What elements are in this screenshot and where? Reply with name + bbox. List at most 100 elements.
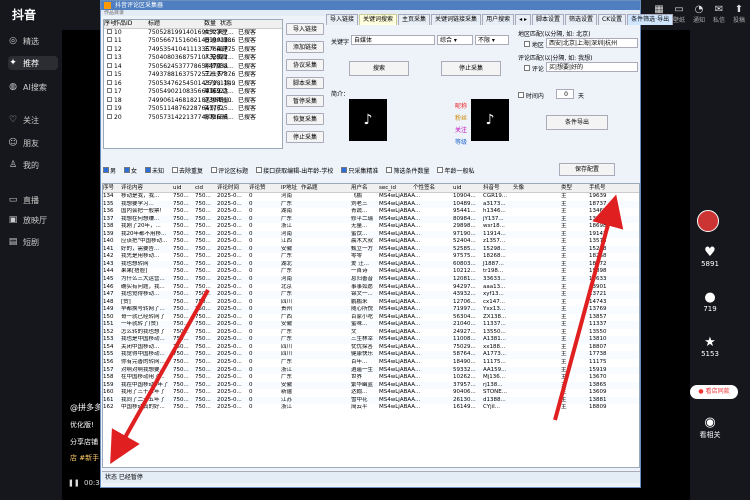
side-button-4[interactable]: 暂停采集	[286, 95, 324, 107]
list-row[interactable]: 19 7505114876228764176 告别了。... 25 已搜客	[104, 105, 282, 114]
comment-input[interactable]: 买|想要|好的	[546, 62, 638, 72]
table-row[interactable]: 143 我也想转网 750... 750... 2025-0... 0 湖北 爱 汪... MS…	[103, 260, 639, 269]
like-button[interactable]: ♥ 5891	[690, 245, 730, 268]
list-row[interactable]: 16 7505347625450143728 25岁，我... 1149 已搜客	[104, 79, 282, 89]
table-row[interactable]: 161 我同了二十五年了 750... 750... 2025-0... 0 江苏 雪中花 MS…	[103, 396, 639, 405]
side-button-3[interactable]: 脚本采集	[286, 77, 324, 89]
filter-checkbox-5[interactable]: 接口获取编辑-出年龄-学校	[256, 166, 333, 175]
time-select[interactable]: 不限 ▾	[475, 35, 509, 45]
table-row[interactable]: 155 我觉得中国移动... 750... 750... 2025-0... 0 四川 健康快…	[103, 351, 639, 360]
row-checkbox[interactable]	[104, 37, 114, 46]
nav-item-3[interactable]: ♡ 关注	[8, 113, 58, 127]
table-row[interactable]: 148 [赞] 750... 750... 2025-0... 0 四川 鹏鹏米 MS4wLjA…	[103, 299, 639, 307]
video-thumbnail[interactable]: ♪	[471, 99, 509, 141]
table-row[interactable]: 140 应该把"中国移动... 750... 750... 2025-0... 0 江西 晨木…	[103, 238, 639, 246]
table-row[interactable]: 157 对啊对啊我想要... 750... 750... 2025-0... 0 浙江 逍遥一…	[103, 366, 639, 375]
row-checkbox[interactable]	[104, 71, 114, 80]
table-row[interactable]: 156 你有完善的转网... 750... 750... 2025-0... 0 广东 百年.…	[103, 359, 639, 367]
table-row[interactable]: 142 我先是用移动... 750... 750... 2025-0... 0 广东 零零 MS…	[103, 253, 639, 261]
filter-checkbox-7[interactable]: 筛选条件数量	[386, 166, 429, 175]
window-title-bar[interactable]: 抖音评论区采集器	[101, 1, 640, 10]
douyin-logo[interactable]: 抖音	[12, 6, 36, 23]
table-row[interactable]: 162 中国移动真的好... 750... 750... 2025-0... 0 浙江 简云平…	[103, 404, 639, 412]
nav-item-8[interactable]: ▤ 短剧	[8, 235, 58, 249]
video-thumbnail[interactable]: ♪	[349, 99, 387, 141]
tab-1[interactable]: 关键词搜索	[359, 14, 398, 25]
region-checkbox[interactable]: 地区	[524, 40, 544, 49]
conditional-export-button[interactable]: 条件导出	[546, 115, 608, 130]
table-row[interactable]: 153 我也是中国移动... 750... 750... 2025-0... 0 广东 三生林…	[103, 336, 639, 344]
table-row[interactable]: 145 为什么三大运营... 750... 750... 2025-0... 0 河南 息归善…	[103, 276, 639, 284]
search-button[interactable]: 搜索	[349, 61, 409, 76]
comments-table[interactable]: 序号 评论内容 uid cid 评论时间 评论赞 IP地址 作品题 用户名 sec_id 个性签名 u…	[102, 183, 640, 468]
side-button-1[interactable]: 添加链接	[286, 41, 324, 53]
nav-item-1[interactable]: ✦ 推荐	[8, 56, 58, 70]
table-row[interactable]: 136 国内会把一般票! 750... 750... 2025-0... 0 湖南 青蔬...…	[103, 208, 639, 216]
row-checkbox[interactable]	[104, 54, 114, 63]
side-button-0[interactable]: 导入链接	[286, 23, 324, 35]
tab-3[interactable]: 关键词链接采集	[431, 14, 482, 25]
filter-checkbox-6[interactable]: 只采集精准	[341, 166, 378, 175]
table-row[interactable]: 137 我想在何想赚... 750... 750... 2025-0... 0 广东 修平二瑞…	[103, 215, 639, 224]
nav-item-7[interactable]: ▣ 放映厅	[8, 213, 58, 227]
table-row[interactable]: 138 我刚了20年，... 750... 750... 2025-0... 0 浙江 无量.…	[103, 223, 639, 231]
tab-8[interactable]: CK设置	[598, 14, 627, 25]
tab-9[interactable]: 条件筛选·导出	[627, 14, 674, 25]
row-checkbox[interactable]	[104, 28, 114, 38]
filter-checkbox-1[interactable]: 女	[124, 166, 137, 175]
list-row[interactable]: 10 7505281991401694523 女大学生... 67 已搜客	[104, 28, 282, 38]
list-row[interactable]: 20 7505731422137748736 你象自搞... 56 已搜客	[104, 113, 282, 123]
shop-badge[interactable]: ● 看店同款	[690, 385, 738, 399]
table-row[interactable]: 154 关闭中国移动... 750... 750... 2025-0... 0 四川 忧忧探答…	[103, 344, 639, 352]
topbar-item-2[interactable]: ◔ 通知	[688, 4, 710, 24]
list-row[interactable]: 12 7495354104111336764 三个自建... 1775 已搜客	[104, 45, 282, 55]
nav-item-0[interactable]: ◎ 精选	[8, 34, 58, 48]
table-row[interactable]: 152 怎么转的我也想了 750... 750... 2025-0... 0 广东 文 MS4w…	[103, 329, 639, 337]
table-row[interactable]: 160 我用了三十五年了 750... 750... 2025-0... 0 新疆 达翰...…	[103, 389, 639, 397]
row-checkbox[interactable]	[104, 96, 114, 106]
table-row[interactable]: 144 果果[捂脸] 750... 750... 2025-0... 0 广东 一首诗 MS4w…	[103, 268, 639, 276]
nav-item-5[interactable]: ♙ 我的	[8, 158, 58, 172]
row-checkbox[interactable]	[104, 88, 114, 97]
comment-checkbox[interactable]: 评论	[524, 64, 544, 73]
table-row[interactable]: 146 确实有问题，我... 750... 750... 2025-0... 0 北京 事事如…	[103, 284, 639, 292]
tab-7[interactable]: 筛选设置	[565, 14, 598, 25]
list-row[interactable]: 11 7505667151606140199 普通人赚... 1386 已搜客	[104, 37, 282, 46]
tab-6[interactable]: 脚本设置	[532, 14, 565, 25]
list-row[interactable]: 13 7504080368757107323 人无横财... 21 已搜客	[104, 54, 282, 63]
row-checkbox[interactable]	[104, 45, 114, 55]
tab-2[interactable]: 主页采集	[398, 14, 431, 25]
region-input[interactable]: 西安|北京|上海|深圳|杭州	[546, 38, 638, 48]
list-row[interactable]: 17 7505490210835664169 草莓车话... 23 已搜客	[104, 88, 282, 97]
side-button-6[interactable]: 停止采集	[286, 131, 324, 143]
author-name[interactable]: @拼多多	[70, 402, 102, 413]
filter-checkbox-0[interactable]: 男	[103, 166, 116, 175]
row-checkbox[interactable]	[104, 113, 114, 123]
topbar-item-4[interactable]: ⬆ 投稿	[728, 4, 750, 24]
row-checkbox[interactable]	[104, 79, 114, 89]
tab-0[interactable]: 导入链接	[326, 14, 359, 25]
sort-select[interactable]: 综合 ▾	[437, 35, 473, 45]
watch-related-button[interactable]: ◉ 看相关	[690, 415, 730, 440]
table-row[interactable]: 147 我也觉得移动... 750... 750... 2025-0... 0 广东 锦文一.…	[103, 291, 639, 299]
filter-checkbox-4[interactable]: 评论区标题	[211, 166, 248, 175]
row-checkbox[interactable]	[104, 62, 114, 72]
table-row[interactable]: 141 好的，需要告... 750... 750... 2025-0... 0 安徽 甄立一方…	[103, 245, 639, 254]
table-row[interactable]: 139 我20年都不用移... 750... 750... 2025-0... 0 河南 蜜饮…	[103, 230, 639, 239]
row-checkbox[interactable]	[104, 105, 114, 114]
side-button-5[interactable]: 恢复采集	[286, 113, 324, 125]
nav-item-2[interactable]: ◍ AI搜索	[8, 80, 58, 94]
comment-button[interactable]: ● 719	[690, 290, 730, 313]
author-avatar[interactable]	[697, 210, 719, 232]
list-row[interactable]: 14 7505624537778654479 你梦寐以... 38 已搜客	[104, 62, 282, 72]
play-pause-icon[interactable]: ❚❚	[68, 479, 80, 487]
table-row[interactable]: 135 我想要学习... 750... 750... 2025-0... 0 广东 刘老三 MS…	[103, 200, 639, 209]
stop-collect-button[interactable]: 停止采集	[441, 61, 501, 76]
list-row[interactable]: 15 7493788163757257217 三十多个... 7876 已搜客	[104, 71, 282, 80]
filter-checkbox-3[interactable]: 去除重复	[172, 166, 203, 175]
tab-4[interactable]: 用户搜索	[482, 14, 515, 25]
table-row[interactable]: 159 我在中国移动8年了 750... 750... 2025-0... 0 安徽 繁华幽蓝…	[103, 381, 639, 390]
side-button-2[interactable]: 协议采集	[286, 59, 324, 71]
favorite-button[interactable]: ★ 5153	[690, 335, 730, 358]
topbar-item-3[interactable]: ✉ 私信	[708, 4, 730, 24]
